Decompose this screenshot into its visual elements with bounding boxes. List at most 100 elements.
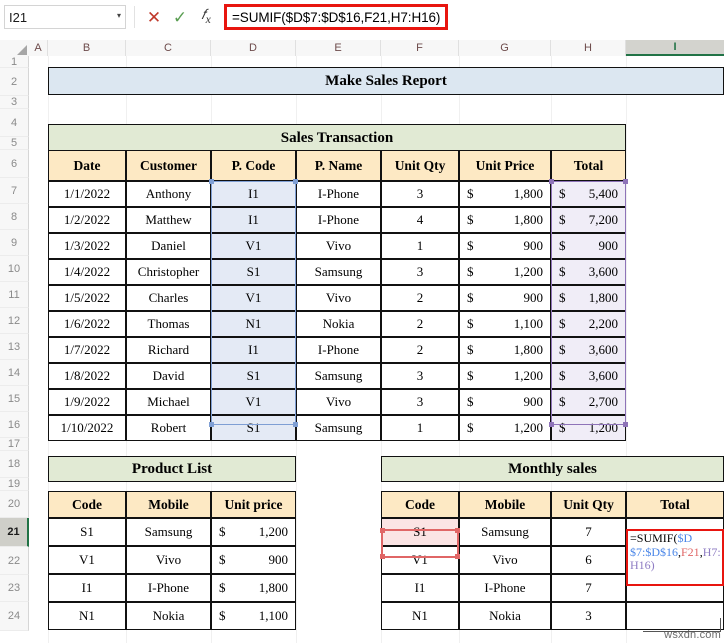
product-cell-code[interactable]: N1 [48,602,126,630]
monthly-header-cell[interactable]: Code [381,491,459,518]
row-header-3[interactable]: 3 [0,96,29,109]
sales-cell-name[interactable]: Samsung [296,415,381,441]
product-cell-price[interactable]: $900 [211,546,296,574]
sales-transaction-banner[interactable]: Sales Transaction [48,124,626,152]
sales-cell-name[interactable]: Vivo [296,389,381,415]
row-header-9[interactable]: 9 [0,230,29,256]
product-cell-code[interactable]: V1 [48,546,126,574]
product-cell-code[interactable]: I1 [48,574,126,602]
sales-header-cell[interactable]: Customer [126,150,211,181]
row-header-12[interactable]: 12 [0,308,29,334]
sales-cell-qty[interactable]: 3 [381,389,459,415]
column-header-D[interactable]: D [211,40,296,56]
sales-cell-code[interactable]: S1 [211,363,296,389]
sales-cell-code[interactable]: N1 [211,311,296,337]
sales-cell-code[interactable]: I1 [211,181,296,207]
insert-function-button[interactable]: 𝑓x [193,5,219,29]
column-header-H[interactable]: H [551,40,626,56]
monthly-cell-total[interactable] [626,602,724,630]
monthly-cell-mobile[interactable]: Nokia [459,602,551,630]
sales-cell-customer[interactable]: Christopher [126,259,211,285]
sales-header-cell[interactable]: Unit Price [459,150,551,181]
sales-header-cell[interactable]: P. Code [211,150,296,181]
sales-cell-date[interactable]: 1/6/2022 [48,311,126,337]
monthly-sales-banner[interactable]: Monthly sales [381,456,724,482]
sales-cell-price[interactable]: $900 [459,233,551,259]
sales-cell-code[interactable]: S1 [211,415,296,441]
row-header-1[interactable]: 1 [0,56,29,68]
sales-header-cell[interactable]: Unit Qty [381,150,459,181]
row-header-21[interactable]: 21 [0,518,29,547]
sales-cell-total[interactable]: $900 [551,233,626,259]
product-list-banner[interactable]: Product List [48,456,296,482]
product-header-cell[interactable]: Code [48,491,126,518]
row-header-18[interactable]: 18 [0,451,29,478]
column-header-E[interactable]: E [296,40,381,56]
sales-cell-qty[interactable]: 1 [381,233,459,259]
sales-cell-total[interactable]: $2,200 [551,311,626,337]
row-header-5[interactable]: 5 [0,137,29,150]
sales-cell-qty[interactable]: 2 [381,337,459,363]
sales-cell-date[interactable]: 1/10/2022 [48,415,126,441]
sales-cell-code[interactable]: V1 [211,389,296,415]
sales-cell-price[interactable]: $1,800 [459,207,551,233]
sales-cell-total[interactable]: $3,600 [551,363,626,389]
row-header-23[interactable]: 23 [0,575,29,602]
row-header-13[interactable]: 13 [0,334,29,360]
sales-cell-code[interactable]: V1 [211,233,296,259]
sales-cell-qty[interactable]: 3 [381,259,459,285]
enter-button[interactable]: ✓ [167,5,193,29]
sales-cell-price[interactable]: $900 [459,285,551,311]
sales-header-cell[interactable]: Date [48,150,126,181]
sales-cell-qty[interactable]: 1 [381,415,459,441]
sales-cell-name[interactable]: Samsung [296,259,381,285]
sales-cell-qty[interactable]: 2 [381,285,459,311]
sales-cell-customer[interactable]: Thomas [126,311,211,337]
sales-cell-date[interactable]: 1/7/2022 [48,337,126,363]
main-title-banner[interactable]: Make Sales Report [48,67,724,95]
product-cell-mobile[interactable]: Nokia [126,602,211,630]
column-header-F[interactable]: F [381,40,459,56]
monthly-cell-qty[interactable]: 3 [551,602,626,630]
sales-cell-total[interactable]: $5,400 [551,181,626,207]
sales-cell-price[interactable]: $1,200 [459,363,551,389]
sales-cell-qty[interactable]: 2 [381,311,459,337]
sales-cell-qty[interactable]: 3 [381,363,459,389]
monthly-header-cell[interactable]: Mobile [459,491,551,518]
sales-cell-price[interactable]: $1,800 [459,337,551,363]
monthly-cell-qty[interactable]: 7 [551,574,626,602]
sales-cell-price[interactable]: $1,100 [459,311,551,337]
row-header-7[interactable]: 7 [0,178,29,204]
chevron-down-icon[interactable]: ▾ [117,12,121,22]
sales-cell-customer[interactable]: Robert [126,415,211,441]
row-header-17[interactable]: 17 [0,438,29,451]
sales-cell-total[interactable]: $3,600 [551,259,626,285]
sales-cell-code[interactable]: I1 [211,337,296,363]
active-cell-formula[interactable]: =SUMIF($D$7:$D$16,F21,H7:H16) [626,529,724,586]
monthly-cell-mobile[interactable]: Samsung [459,518,551,546]
monthly-cell-mobile[interactable]: Vivo [459,546,551,574]
monthly-cell-qty[interactable]: 6 [551,546,626,574]
sales-cell-date[interactable]: 1/4/2022 [48,259,126,285]
sales-cell-total[interactable]: $2,700 [551,389,626,415]
product-cell-price[interactable]: $1,200 [211,518,296,546]
sales-cell-date[interactable]: 1/1/2022 [48,181,126,207]
sales-cell-date[interactable]: 1/2/2022 [48,207,126,233]
cancel-button[interactable]: ✕ [141,5,167,29]
row-header-22[interactable]: 22 [0,547,29,575]
sales-cell-qty[interactable]: 3 [381,181,459,207]
select-all-button[interactable] [0,40,29,56]
sales-cell-code[interactable]: I1 [211,207,296,233]
product-cell-mobile[interactable]: Vivo [126,546,211,574]
row-header-20[interactable]: 20 [0,491,29,518]
column-header-I[interactable]: I [626,40,724,56]
sales-cell-customer[interactable]: Daniel [126,233,211,259]
monthly-cell-qty[interactable]: 7 [551,518,626,546]
row-header-4[interactable]: 4 [0,109,29,137]
sales-cell-name[interactable]: I-Phone [296,207,381,233]
row-header-8[interactable]: 8 [0,204,29,230]
column-header-B[interactable]: B [48,40,126,56]
product-header-cell[interactable]: Unit price [211,491,296,518]
sales-cell-total[interactable]: $1,800 [551,285,626,311]
formula-input-area[interactable]: =SUMIF($D$7:$D$16,F21,H7:H16) [224,4,724,30]
